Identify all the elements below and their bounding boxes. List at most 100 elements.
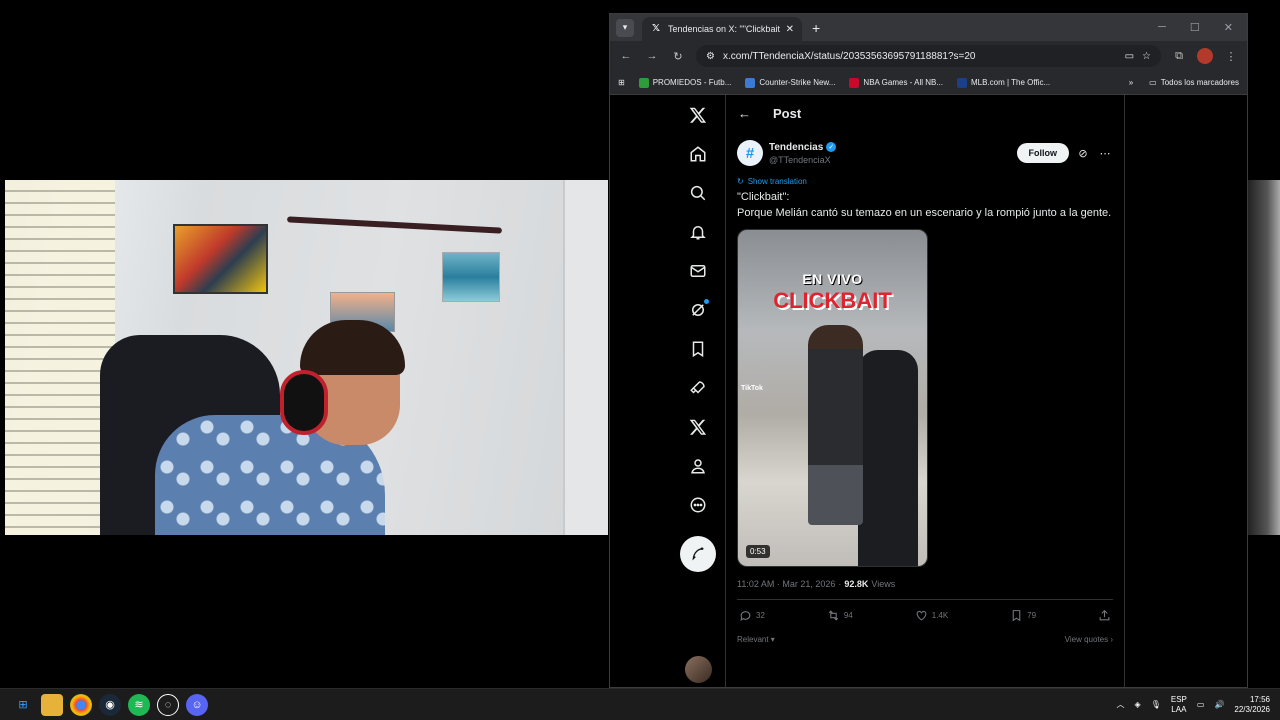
bookmark-favicon <box>849 77 860 88</box>
tweet-meta: 11:02 AM · Mar 21, 2026 · 92.8K Views <box>737 579 1113 589</box>
menu-dots-icon[interactable]: ⋮ <box>1223 50 1239 63</box>
bookmark-count: 79 <box>1027 611 1037 620</box>
x-premium-icon[interactable] <box>678 407 718 446</box>
post-column: ← Post # Tendencias ✓ @TTendenciaX Follo… <box>725 95 1125 687</box>
reply-button[interactable]: 32 <box>739 609 765 622</box>
tweet-text: "Clickbait": Porque Melián cantó su tema… <box>737 189 1113 221</box>
bookmark-star-icon[interactable]: ☆ <box>1142 51 1151 62</box>
meta-separator: · <box>838 579 842 589</box>
close-window-icon[interactable]: ✕ <box>1224 21 1233 34</box>
chrome-icon[interactable] <box>70 693 92 716</box>
compose-post-button[interactable] <box>680 536 716 572</box>
reload-icon[interactable]: ↻ <box>670 50 686 63</box>
bookmark-item[interactable]: NBA Games - All NB... <box>849 77 943 88</box>
follow-button[interactable]: Follow <box>1016 143 1069 163</box>
bookmark-item[interactable]: PROMIEDOS - Futb... <box>638 77 731 88</box>
window-blinds <box>5 180 115 535</box>
extensions-icon[interactable]: ⧉ <box>1171 50 1187 63</box>
address-bar[interactable]: ⚙ x.com/TTendenciaX/status/2035356369579… <box>696 45 1161 67</box>
show-hidden-icons-icon[interactable]: ︿ <box>1117 699 1125 710</box>
video-person <box>858 350 918 566</box>
headset <box>280 370 328 435</box>
close-tab-icon[interactable]: ✕ <box>786 24 794 35</box>
tab-title: Tendencias on X: ""Clickbait": P <box>668 24 780 34</box>
bookmark-item[interactable]: MLB.com | The Offic... <box>957 77 1050 88</box>
maximize-icon[interactable]: ☐ <box>1190 21 1200 34</box>
bookmark-label: Counter-Strike New... <box>759 78 836 87</box>
system-tray: ︿ ◈ 🎙 ESP LAA ▭ 🔊 17:56 22/3/2026 <box>1117 695 1280 715</box>
grok-explain-icon[interactable]: ⊘ <box>1075 147 1091 160</box>
network-icon[interactable]: ▭ <box>1197 700 1205 709</box>
tweet-video[interactable]: EN VIVO CLICKBAIT TikTok 0:53 <box>737 229 928 567</box>
windows-start-icon[interactable]: ⊞ <box>12 694 34 716</box>
back-icon[interactable]: ← <box>618 50 634 62</box>
sort-dropdown[interactable]: Relevant ▾ <box>737 635 775 644</box>
show-translation-link[interactable]: ↻ Show translation <box>737 177 1113 186</box>
bookmark-favicon <box>638 77 649 88</box>
minimize-icon[interactable]: ─ <box>1158 21 1166 34</box>
translate-icon: ↻ <box>737 177 744 186</box>
new-tab-icon[interactable]: + <box>812 20 820 36</box>
tweet-timestamp[interactable]: 11:02 AM · Mar 21, 2026 <box>737 579 835 589</box>
more-bookmarks-icon[interactable]: » <box>1129 78 1133 87</box>
page-title: Post <box>773 105 802 121</box>
bookmark-item[interactable]: Counter-Strike New... <box>745 77 836 88</box>
more-circle-icon[interactable] <box>678 485 718 524</box>
tab-bar: ▾ 𝕏 Tendencias on X: ""Clickbait": P ✕ +… <box>610 14 1247 41</box>
like-button[interactable]: 1.4K <box>915 609 948 622</box>
more-options-icon[interactable]: ⋯ <box>1097 147 1113 160</box>
bookmarks-icon[interactable] <box>678 329 718 368</box>
show-translation-text: Show translation <box>747 177 807 186</box>
steam-icon[interactable]: ◉ <box>99 693 121 716</box>
author-handle[interactable]: @TTendenciaX <box>769 155 1011 165</box>
x-home-logo-icon[interactable] <box>678 95 718 134</box>
messages-envelope-icon[interactable] <box>678 251 718 290</box>
volume-icon[interactable]: 🔊 <box>1214 700 1224 709</box>
all-bookmarks-label: Todos los marcadores <box>1160 78 1239 87</box>
clock[interactable]: 17:56 22/3/2026 <box>1234 695 1270 715</box>
profile-avatar[interactable] <box>1197 48 1213 64</box>
notifications-bell-icon[interactable] <box>678 212 718 251</box>
window-controls: ─ ☐ ✕ <box>1158 21 1247 34</box>
microphone-icon[interactable]: 🎙 <box>1151 700 1161 709</box>
tray-app-icon[interactable]: ◈ <box>1135 700 1141 709</box>
tweet-text-line: Porque Melián cantó su temazo en un esce… <box>737 207 1112 219</box>
language-indicator[interactable]: ESP LAA <box>1171 695 1187 715</box>
author-avatar[interactable]: # <box>737 140 763 166</box>
webcam-feed <box>5 180 608 535</box>
browser-toolbar: ← → ↻ ⚙ x.com/TTendenciaX/status/2035356… <box>610 41 1247 71</box>
home-icon[interactable] <box>678 134 718 173</box>
premium-rocket-icon[interactable] <box>678 368 718 407</box>
file-explorer-icon[interactable] <box>41 693 63 716</box>
all-bookmarks-folder[interactable]: ▭ Todos los marcadores <box>1149 78 1239 87</box>
taskbar: ⊞ ◉ ≋ ◌ ☺ ︿ ◈ 🎙 ESP LAA ▭ 🔊 17:56 22/3/2… <box>0 688 1280 720</box>
spotify-icon[interactable]: ≋ <box>128 693 150 716</box>
back-arrow-icon[interactable]: ← <box>738 106 751 121</box>
reply-icon <box>740 611 751 621</box>
profile-icon[interactable] <box>678 446 718 485</box>
folder-icon: ▭ <box>1149 78 1157 87</box>
view-quotes-link[interactable]: View quotes › <box>1065 635 1113 644</box>
obs-icon[interactable]: ◌ <box>157 693 179 716</box>
repost-button[interactable]: 94 <box>827 609 853 622</box>
active-tab[interactable]: 𝕏 Tendencias on X: ""Clickbait": P ✕ <box>642 17 802 41</box>
grok-icon[interactable] <box>678 290 718 329</box>
bookmark-icon <box>1012 610 1021 622</box>
tiktok-watermark: TikTok <box>741 385 763 392</box>
account-avatar[interactable] <box>684 656 712 683</box>
wall-painting <box>173 224 268 294</box>
door <box>563 180 608 535</box>
site-info-icon[interactable]: ⚙ <box>706 51 715 62</box>
tab-search-icon[interactable]: ▾ <box>616 18 634 37</box>
bookmark-button[interactable]: 79 <box>1010 609 1036 622</box>
video-singer <box>808 325 863 525</box>
forward-icon[interactable]: → <box>644 50 660 62</box>
author-name[interactable]: Tendencias ✓ <box>769 142 1011 153</box>
author-row: # Tendencias ✓ @TTendenciaX Follow ⊘ ⋯ <box>737 135 1113 171</box>
explore-search-icon[interactable] <box>678 173 718 212</box>
discord-icon[interactable]: ☺ <box>186 693 208 716</box>
apps-grid-icon[interactable]: ⊞ <box>618 78 625 87</box>
cast-icon[interactable]: ▭ <box>1125 51 1134 62</box>
share-button[interactable] <box>1098 609 1111 622</box>
heart-icon <box>916 610 927 621</box>
